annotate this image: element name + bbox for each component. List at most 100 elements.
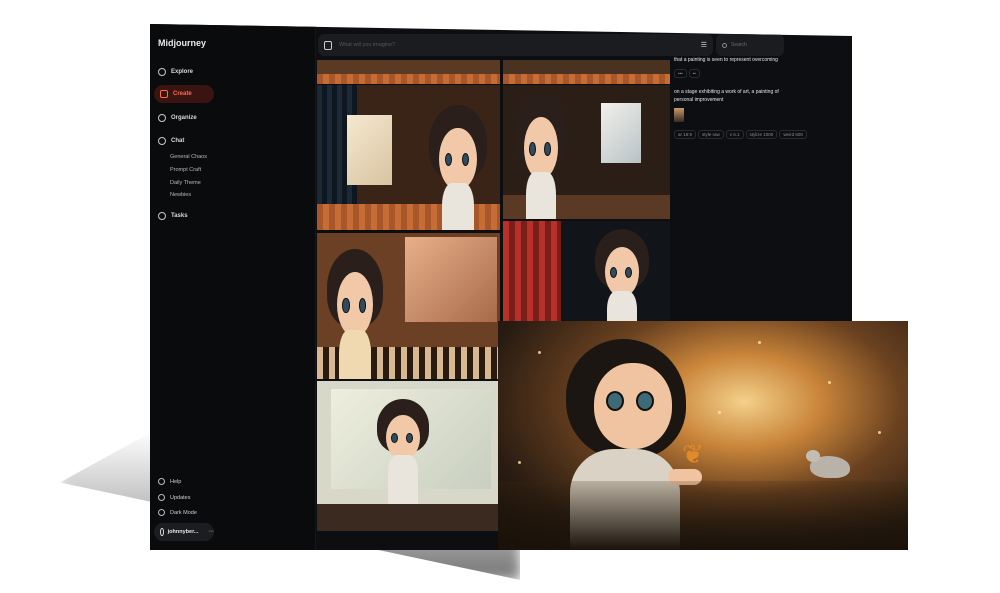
girl-figure bbox=[327, 249, 383, 379]
girl-eye bbox=[391, 433, 398, 444]
girl-eye bbox=[445, 152, 453, 167]
girl-figure bbox=[515, 95, 567, 219]
bokeh-sparkle bbox=[718, 411, 721, 414]
folder-icon bbox=[158, 114, 166, 122]
user-name: johnnyber... bbox=[167, 529, 199, 535]
prompt-text-2: on a stage exhibiting a work of art, a p… bbox=[674, 89, 779, 103]
girl-eye bbox=[406, 433, 413, 444]
girl-eye bbox=[461, 152, 470, 167]
prompt-bar[interactable]: What will you imagine? ☰ bbox=[318, 34, 713, 56]
param-chips-row-2: ar 16:9 style raw v 6.1 stylize 1000 weird 6… bbox=[674, 130, 809, 139]
search-box[interactable]: Search bbox=[716, 34, 784, 56]
girl-eye bbox=[636, 391, 654, 411]
stage-floor bbox=[317, 504, 500, 531]
param-chip-style[interactable]: style raw bbox=[698, 130, 724, 139]
bokeh-sparkle bbox=[518, 461, 521, 464]
bokeh-sparkle bbox=[538, 351, 541, 354]
search-icon bbox=[722, 42, 727, 48]
nav-organize-label: Organize bbox=[171, 115, 197, 121]
compass-icon bbox=[158, 68, 166, 76]
painting-canvas bbox=[347, 115, 392, 185]
param-chip[interactable]: ••• bbox=[674, 69, 687, 78]
nav-tasks[interactable]: Tasks bbox=[158, 212, 188, 220]
image-tile[interactable] bbox=[503, 60, 670, 84]
nav-create-label: Create bbox=[173, 91, 192, 97]
bell-icon bbox=[158, 494, 165, 501]
girl-eye bbox=[625, 267, 633, 278]
dark-mode-label: Dark Mode bbox=[170, 509, 197, 516]
girl-eye bbox=[609, 267, 617, 278]
avatar bbox=[160, 528, 164, 536]
girl-face bbox=[337, 272, 373, 338]
nav-create[interactable]: Create bbox=[154, 85, 214, 103]
bokeh-sparkle bbox=[828, 381, 831, 384]
chat-room-general-chaos[interactable]: General Chaos bbox=[170, 154, 207, 160]
prompt-text-1: that a painting is seen to represent ove… bbox=[674, 57, 778, 63]
sidebar: Midjourney Explore Create Organize Chat … bbox=[150, 24, 316, 550]
create-icon bbox=[160, 90, 168, 98]
stage-floor bbox=[503, 74, 670, 84]
param-chip-version[interactable]: v 6.1 bbox=[725, 130, 744, 139]
girl-eye bbox=[342, 298, 350, 313]
featured-image: ❦ bbox=[498, 321, 908, 550]
reference-thumbnail[interactable] bbox=[674, 108, 684, 122]
girl-figure bbox=[595, 229, 649, 321]
help-label: Help bbox=[170, 478, 182, 485]
search-input[interactable]: Search bbox=[731, 42, 747, 48]
more-options-icon[interactable]: ··· bbox=[209, 529, 215, 535]
prompt-input[interactable]: What will you imagine? bbox=[339, 42, 694, 48]
girl-body bbox=[441, 182, 475, 230]
nav-explore[interactable]: Explore bbox=[158, 68, 193, 76]
girl-figure bbox=[377, 399, 429, 509]
param-chip[interactable]: •• bbox=[688, 69, 700, 78]
girl-face bbox=[604, 247, 640, 297]
thumbs-up-icon bbox=[158, 212, 166, 220]
curtain bbox=[503, 221, 562, 321]
girl-body bbox=[526, 171, 556, 219]
brand-logo: Midjourney bbox=[158, 38, 207, 48]
settings-sliders-icon[interactable]: ☰ bbox=[701, 41, 707, 49]
girl-eye bbox=[358, 298, 366, 313]
dark-mode-toggle[interactable]: Dark Mode bbox=[158, 509, 197, 516]
image-tile[interactable] bbox=[317, 60, 500, 84]
nav-tasks-label: Tasks bbox=[171, 213, 188, 219]
bokeh-sparkle bbox=[878, 431, 881, 434]
girl-body bbox=[339, 329, 371, 379]
nav-chat-label: Chat bbox=[171, 138, 185, 144]
param-chip-weird[interactable]: weird 600 bbox=[779, 130, 807, 139]
chat-room-prompt-craft[interactable]: Prompt Craft bbox=[170, 167, 201, 173]
param-chip-stylize[interactable]: stylize 1000 bbox=[745, 130, 778, 139]
prompt-thumbnail-row bbox=[674, 108, 684, 124]
bokeh-sparkle bbox=[758, 341, 761, 344]
param-chip-ar[interactable]: ar 16:9 bbox=[674, 130, 697, 139]
nav-explore-label: Explore bbox=[171, 69, 194, 75]
user-account-button[interactable]: johnnyber... ··· bbox=[154, 523, 214, 541]
image-tile[interactable] bbox=[503, 221, 670, 321]
butterfly-icon: ❦ bbox=[682, 439, 704, 469]
girl-eye bbox=[606, 391, 624, 411]
updates-link[interactable]: Updates bbox=[158, 494, 191, 501]
girl-face bbox=[594, 363, 672, 449]
girl-body bbox=[606, 291, 638, 321]
girl-face bbox=[386, 415, 420, 461]
bird-figure bbox=[806, 450, 850, 478]
bird-head bbox=[806, 450, 820, 462]
chat-room-daily-theme[interactable]: Daily Theme bbox=[170, 180, 201, 186]
image-upload-icon[interactable] bbox=[324, 40, 332, 50]
help-icon bbox=[158, 478, 165, 485]
chat-room-newbies[interactable]: Newbies bbox=[170, 192, 191, 198]
chat-icon bbox=[158, 137, 166, 145]
painting-canvas bbox=[405, 237, 497, 322]
image-tile[interactable] bbox=[317, 85, 500, 230]
projection-screen bbox=[601, 103, 641, 163]
girl-body bbox=[388, 454, 418, 509]
image-tile[interactable] bbox=[317, 233, 500, 379]
nav-organize[interactable]: Organize bbox=[158, 114, 197, 122]
image-tile[interactable] bbox=[503, 85, 670, 219]
grass-field bbox=[498, 481, 908, 550]
girl-face bbox=[439, 127, 477, 190]
help-link[interactable]: Help bbox=[158, 478, 181, 485]
image-tile[interactable] bbox=[317, 381, 500, 531]
nav-chat[interactable]: Chat bbox=[158, 137, 184, 145]
girl-face bbox=[524, 117, 558, 180]
